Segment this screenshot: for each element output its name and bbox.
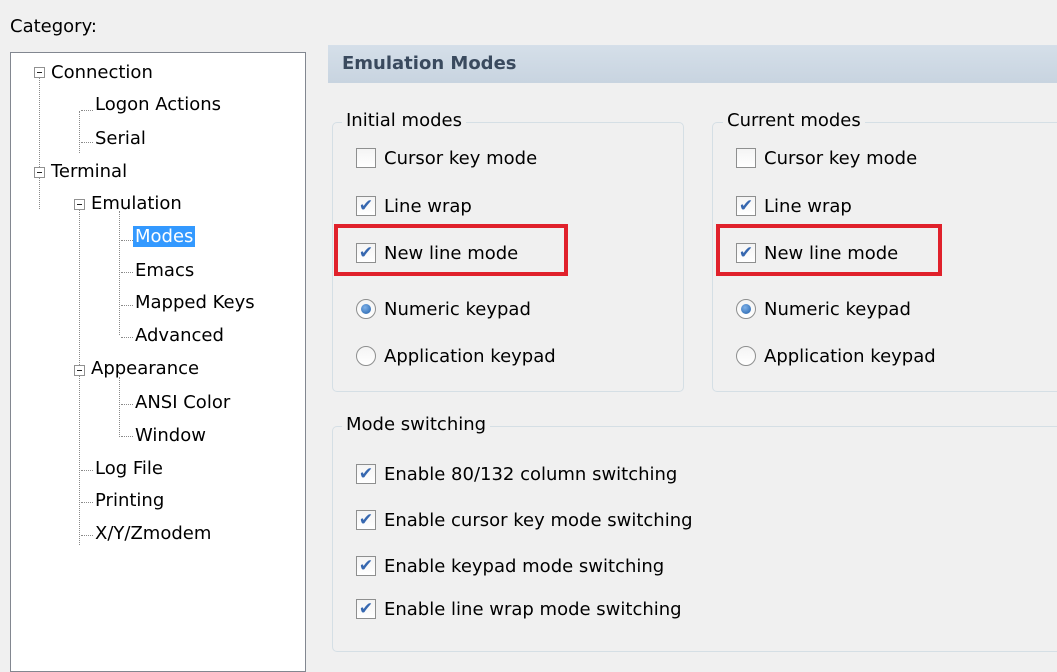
checkbox-label: Cursor key mode [384,148,538,169]
current-modes-title: Current modes [723,111,865,131]
page-title: Emulation Modes [328,45,1057,83]
tree-item-appearance[interactable]: Appearance [89,355,201,383]
checkbox-label: Line wrap [764,196,852,217]
tree-item-serial[interactable]: Serial [93,125,148,153]
tree-item-label: Window [135,425,206,446]
tree-item-label: Printing [95,490,165,511]
checkbox-label: Cursor key mode [764,148,918,169]
radio-unselected-icon [356,346,376,366]
tree-item-label: Connection [51,62,153,83]
checkbox-checked-icon [356,196,376,216]
tree-item-label: Emulation [91,193,182,214]
mode-switching-title: Mode switching [342,415,491,435]
tree-line [81,535,93,536]
tree-line [121,240,133,241]
tree-item-xyzmodem[interactable]: X/Y/Zmodem [93,520,213,548]
tree-item-emacs[interactable]: Emacs [133,257,196,285]
tree-item-window[interactable]: Window [133,422,208,450]
checkbox-checked-icon [356,599,376,619]
tree-line [81,470,93,471]
tree-item-connection[interactable]: Connection [49,59,155,87]
checkbox-checked-icon [356,556,376,576]
tree-item-logon-actions[interactable]: Logon Actions [93,91,223,119]
checkbox-label: Enable 80/132 column switching [384,464,678,485]
tree-item-advanced[interactable]: Advanced [133,322,226,350]
tree-line [121,436,133,437]
checkbox-label: Enable line wrap mode switching [384,599,682,620]
tree-item-terminal[interactable]: Terminal [49,158,129,186]
radio-label: Numeric keypad [764,299,911,320]
tree-line [39,77,40,209]
tree-item-label: Modes [133,226,196,247]
checkbox-label: Enable keypad mode switching [384,556,665,577]
checkbox-unchecked-icon [356,148,376,168]
tree-line [81,502,93,503]
initial-modes-title: Initial modes [342,111,466,131]
tree-item-label: ANSI Color [135,392,231,413]
tree-item-mapped-keys[interactable]: Mapped Keys [133,289,257,317]
tree-item-label: Advanced [135,325,224,346]
checkbox-unchecked-icon [736,148,756,168]
tree-item-printing[interactable]: Printing [93,487,166,515]
radio-label: Application keypad [764,346,936,367]
radio-label: Numeric keypad [384,299,531,320]
collapse-icon[interactable] [74,365,85,376]
category-tree[interactable]: Connection Logon Actions Serial Terminal… [10,52,306,672]
tree-item-label: Terminal [51,161,128,182]
highlight-box-initial [334,224,568,276]
tree-item-modes[interactable]: Modes [133,223,196,251]
highlight-box-current [716,224,942,276]
tree-item-label: Appearance [91,358,200,379]
tree-line [81,142,93,143]
tree-item-label: Emacs [135,260,195,281]
checkbox-checked-icon [356,464,376,484]
tree-line [81,110,93,111]
tree-item-emulation[interactable]: Emulation [89,190,184,218]
tree-item-log-file[interactable]: Log File [93,455,165,483]
tree-line [121,305,133,306]
radio-label: Application keypad [384,346,556,367]
collapse-icon[interactable] [74,199,85,210]
tree-line [119,377,120,437]
collapse-icon[interactable] [34,67,45,78]
checkbox-label: Enable cursor key mode switching [384,510,693,531]
tree-item-label: Mapped Keys [135,292,255,313]
radio-selected-icon [356,299,376,319]
checkbox-checked-icon [736,196,756,216]
tree-item-ansi-color[interactable]: ANSI Color [133,389,232,417]
tree-line [121,404,133,405]
tree-line [121,337,133,338]
tree-item-label: Log File [95,458,163,479]
checkbox-label: Line wrap [384,196,472,217]
radio-unselected-icon [736,346,756,366]
category-label: Category: [10,16,97,37]
checkbox-checked-icon [356,510,376,530]
tree-line [79,111,80,153]
tree-item-label: Serial [95,128,146,149]
tree-line [119,211,120,335]
collapse-icon[interactable] [34,167,45,178]
radio-selected-icon [736,299,756,319]
tree-item-label: Logon Actions [95,94,222,115]
tree-line [121,272,133,273]
tree-item-label: X/Y/Zmodem [95,523,212,544]
